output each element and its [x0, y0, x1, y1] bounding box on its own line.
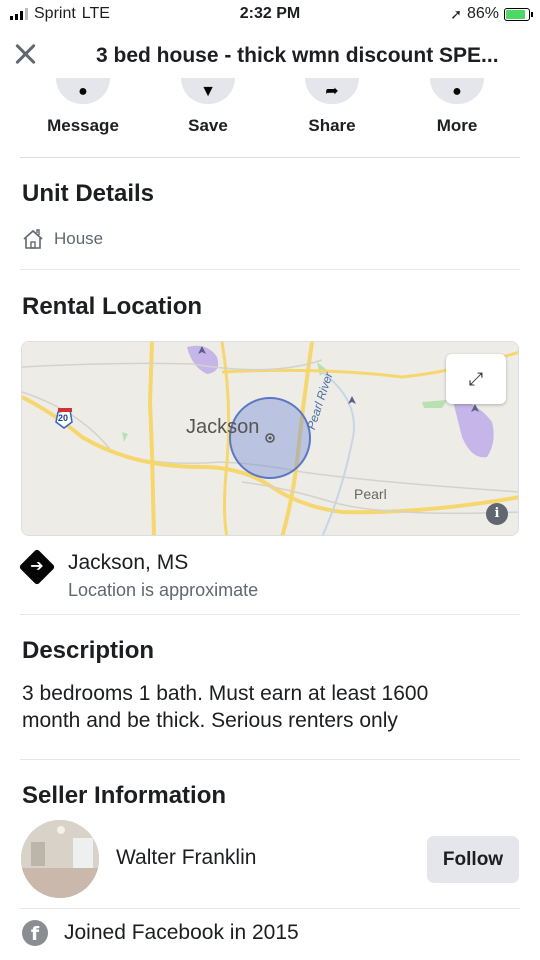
divider [20, 908, 520, 909]
page-title: 3 bed house - thick wmn discount SPE... [96, 44, 499, 67]
location-city: Jackson, MS [68, 551, 189, 574]
map-city-label: Jackson [186, 416, 260, 438]
battery-percent: 86% [466, 5, 499, 22]
close-icon[interactable] [12, 41, 38, 67]
expand-map-button[interactable]: ⤢ [446, 354, 506, 404]
more-button[interactable]: ● More [407, 78, 507, 136]
location-map[interactable]: 20 Jackson Pearl River Pearl ⤢ i [21, 341, 519, 536]
info-icon[interactable]: i [486, 503, 508, 525]
map-graphic [22, 342, 518, 535]
divider [20, 614, 520, 615]
seller-heading: Seller Information [22, 782, 227, 809]
seller-name[interactable]: Walter Franklin [116, 846, 256, 870]
bookmark-icon: ▼ [200, 83, 216, 100]
battery-fill [506, 9, 525, 19]
description-text: 3 bedrooms 1 bath. Must earn at least 16… [22, 682, 429, 732]
divider [20, 759, 520, 760]
unit-type-row: House [22, 228, 103, 250]
save-label: Save [188, 116, 228, 135]
status-right: ➚ 86% [450, 5, 533, 23]
unit-details-heading: Unit Details [22, 180, 155, 207]
share-arrow-icon: ➦ [325, 83, 339, 100]
expand-icon: ⤢ [468, 368, 484, 389]
battery-icon [504, 7, 533, 21]
highway-shield-label: 20 [58, 413, 69, 423]
save-button[interactable]: ▼ Save [158, 78, 258, 136]
share-button[interactable]: ➦ Share [282, 78, 382, 136]
divider [20, 269, 520, 270]
action-row: ● Message ▼ Save ➦ Share ● More [20, 78, 520, 158]
location-arrow-icon: ➚ [450, 5, 462, 22]
joined-text: Joined Facebook in 2015 [64, 921, 299, 944]
avatar-image [21, 820, 99, 898]
unit-type: House [54, 229, 104, 248]
share-label: Share [308, 116, 356, 135]
facebook-icon: f [22, 920, 48, 946]
avatar[interactable] [21, 820, 99, 898]
more-dots-icon: ● [452, 83, 462, 100]
status-bar: Sprint LTE 2:32 PM ➚ 86% [0, 0, 540, 30]
messenger-icon: ● [78, 83, 88, 100]
description-heading: Description [22, 637, 155, 664]
more-label: More [436, 116, 478, 135]
directions-arrow-glyph: ➔ [30, 558, 44, 575]
rental-location-heading: Rental Location [22, 293, 203, 320]
house-icon [23, 229, 43, 249]
message-label: Message [47, 116, 119, 135]
joined-row: f Joined Facebook in 2015 [22, 920, 299, 946]
follow-button[interactable]: Follow [427, 836, 519, 883]
map-town-label: Pearl [354, 486, 387, 502]
header: 3 bed house - thick wmn discount SPE... [0, 36, 540, 76]
message-button[interactable]: ● Message [33, 78, 133, 136]
location-note: Location is approximate [68, 580, 259, 600]
